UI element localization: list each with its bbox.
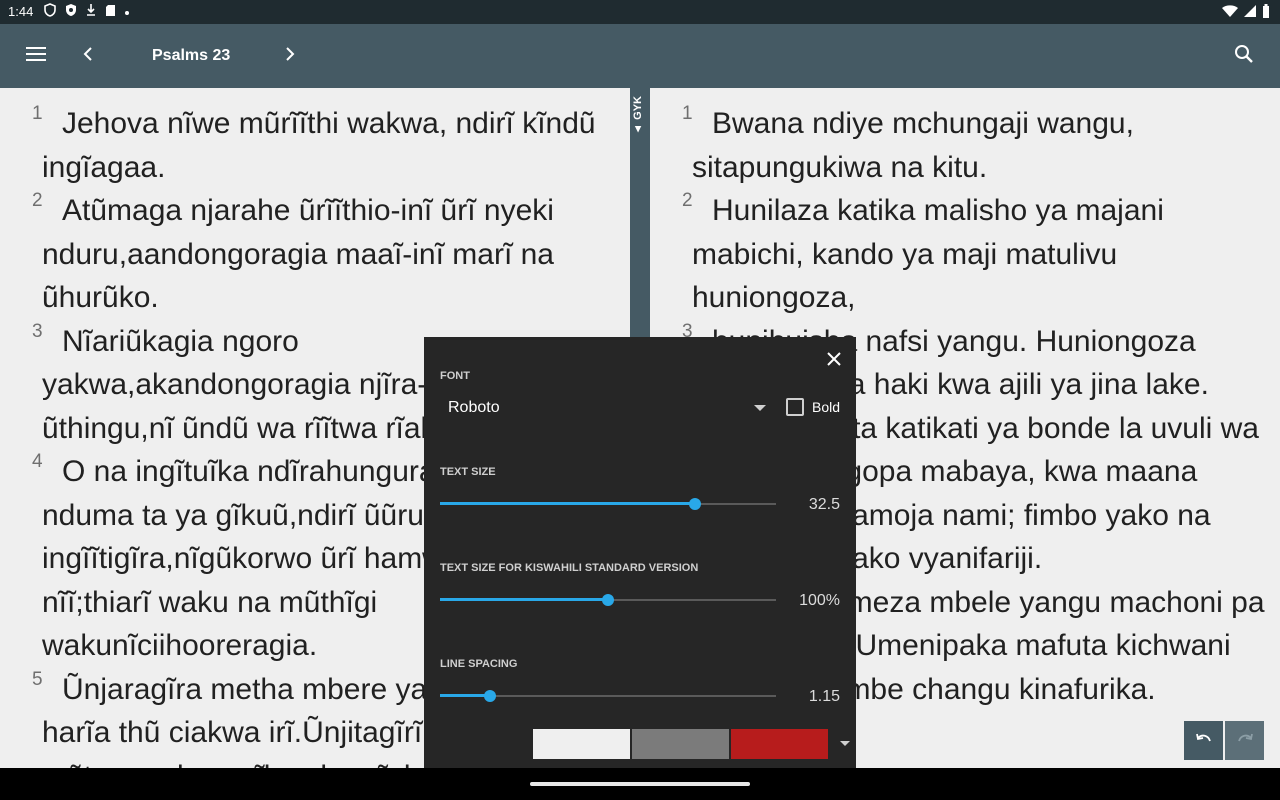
verse[interactable]: 2 Atũmaga njarahe ũrĩĩthio-inĩ ũrĩ nyeki… [32,189,612,320]
next-chapter-button[interactable] [270,36,310,76]
text-size-value: 32.5 [808,496,840,513]
redo-button[interactable] [1225,721,1264,760]
verse[interactable]: 2 Hunilaza katika malisho ya majani mabi… [682,189,1272,320]
theme-swatch-dark[interactable] [434,729,531,759]
menu-button[interactable] [16,36,56,76]
verse-number: 3 [32,320,43,342]
slider-thumb[interactable] [602,594,614,606]
text-size-label: TEXT SIZE [440,466,496,478]
app-root: 1:44 Psalms 23 1 Jehova nĩwe mũrĩĩthi wa… [0,0,1280,800]
verse-text: Atũmaga njarahe ũrĩĩthio-inĩ ũrĩ nyeki n… [42,194,554,314]
sd-card-icon [105,4,116,20]
verse-number: 2 [32,190,43,211]
version-tab[interactable]: ▲ GYK [632,96,648,135]
slider-thumb[interactable] [689,498,702,510]
menu-icon [26,46,46,67]
signal-icon [1244,5,1256,20]
vpn-shield-icon [44,3,56,20]
bold-toggle[interactable]: Bold [786,398,840,416]
undo-button[interactable] [1184,721,1223,760]
status-time: 1:44 [8,4,34,19]
theme-swatch-light[interactable] [533,729,630,759]
verse-text: Hunilaza katika malisho ya majani mabich… [692,194,1164,314]
verse-number: 1 [682,103,693,124]
more-themes-caret-icon[interactable] [840,741,850,746]
verse[interactable]: 1 Bwana ndiye mchungaji wangu, sitapungu… [682,102,1272,189]
dropdown-caret-icon [754,405,766,411]
theme-swatch-gray[interactable] [632,729,729,759]
theme-swatch-red[interactable] [731,729,828,759]
text-size-slider[interactable] [440,494,776,514]
version-arrow-icon: ▲ [632,122,644,135]
home-gesture-handle[interactable] [530,782,750,786]
battery-icon [1262,4,1270,21]
close-panel-button[interactable] [822,347,846,371]
search-icon [1234,44,1254,69]
verse-text: Jehova nĩwe mũrĩĩthi wakwa, ndirĩ kĩndũ … [42,107,596,184]
ksv-size-value: 100% [799,592,840,609]
theme-swatches [434,729,828,759]
verse-number: 5 [32,668,43,690]
search-button[interactable] [1224,36,1264,76]
bold-label: Bold [812,399,841,415]
redo-icon [1237,732,1253,750]
font-value: Roboto [448,399,500,416]
slider-thumb[interactable] [484,690,497,702]
download-icon [86,3,96,20]
line-spacing-value: 1.15 [808,688,840,705]
ksv-size-slider[interactable] [440,590,776,610]
verse-number: 4 [32,451,43,472]
verse-number: 1 [32,103,43,124]
navigation-bar [0,768,1280,800]
verse-text: Bwana ndiye mchungaji wangu, sitapunguki… [692,107,1134,184]
font-label: FONT [440,370,470,382]
undo-redo-group [1184,721,1264,760]
chevron-right-icon [285,46,295,66]
dot-icon [125,10,129,15]
status-bar: 1:44 [0,0,1280,24]
shield-icon [65,3,77,20]
chevron-left-icon [83,46,93,66]
font-dropdown[interactable]: Roboto [440,393,770,423]
ksv-size-label: TEXT SIZE FOR KISWAHILI STANDARD VERSION [440,562,699,574]
wifi-icon [1222,4,1238,21]
line-spacing-label: LINE SPACING [440,658,518,670]
close-icon [822,352,846,375]
previous-chapter-button[interactable] [68,36,108,76]
chapter-title[interactable]: Psalms 23 [152,47,230,65]
verse[interactable]: 1 Jehova nĩwe mũrĩĩthi wakwa, ndirĩ kĩnd… [32,102,612,189]
verse-number: 2 [682,190,693,211]
app-bar: Psalms 23 [0,24,1280,88]
version-label: GYK [632,96,644,120]
line-spacing-slider[interactable] [440,686,776,706]
undo-icon [1195,732,1212,750]
bold-checkbox[interactable] [786,398,804,416]
text-settings-panel: FONT Roboto Bold TEXT SIZE 32.5 TEXT SIZ… [424,337,856,768]
